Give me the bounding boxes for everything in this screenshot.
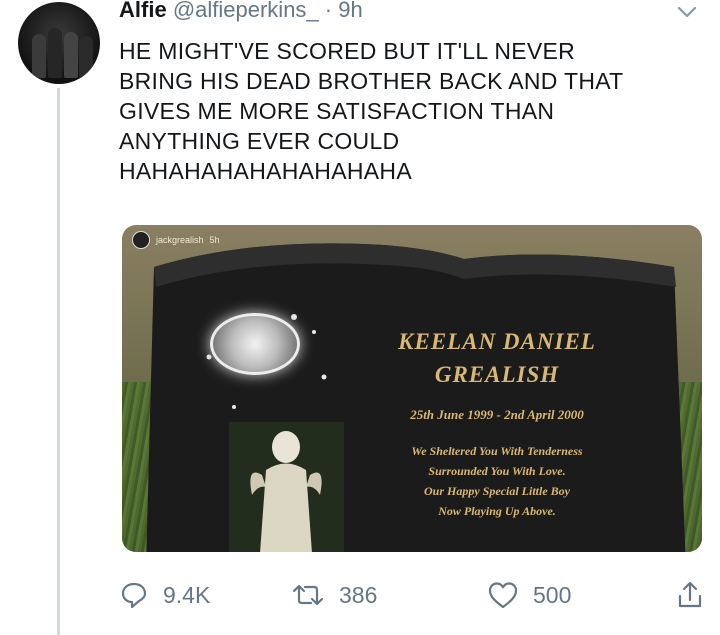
separator-dot: · bbox=[324, 0, 333, 22]
avatar-figure bbox=[64, 32, 78, 78]
verse-line: Surrounded You With Love. bbox=[428, 464, 566, 478]
instagram-story-header: jackgrealish 5h bbox=[132, 231, 220, 249]
retweet-count: 386 bbox=[339, 581, 378, 608]
avatar-figure bbox=[79, 36, 93, 78]
thread-line bbox=[57, 88, 60, 635]
verse-line: Now Playing Up Above. bbox=[438, 504, 556, 518]
author-handle[interactable]: @alfieperkins_ bbox=[173, 0, 319, 22]
author-name[interactable]: Alfie bbox=[119, 0, 167, 22]
headstone-inscription: KEELAN DANIEL GREALISH 25th June 1999 - … bbox=[332, 325, 662, 521]
tweet-media-image[interactable]: jackgrealish 5h KEELAN DANIEL GREALISH 2… bbox=[122, 225, 702, 552]
headstone-name-line-2: GREALISH bbox=[434, 362, 560, 387]
share-button[interactable] bbox=[677, 580, 703, 610]
like-count: 500 bbox=[533, 581, 572, 608]
reply-icon bbox=[121, 582, 147, 609]
story-avatar bbox=[132, 231, 150, 249]
story-username: jackgrealish bbox=[156, 235, 204, 245]
story-time: 5h bbox=[209, 235, 220, 245]
tweet-timestamp[interactable]: 9h bbox=[338, 0, 362, 22]
reply-count: 9.4K bbox=[163, 581, 211, 608]
verse-line: We Sheltered You With Tenderness bbox=[411, 444, 583, 458]
retweet-button[interactable]: 386 bbox=[291, 580, 377, 610]
avatar-figure bbox=[48, 28, 62, 78]
chevron-down-icon[interactable] bbox=[676, 4, 698, 20]
reply-button[interactable]: 9.4K bbox=[119, 580, 210, 610]
angel-statue bbox=[250, 431, 322, 552]
like-button[interactable]: 500 bbox=[487, 580, 571, 610]
memorial-photo bbox=[210, 313, 300, 375]
share-icon bbox=[678, 581, 702, 608]
heart-icon bbox=[488, 582, 518, 609]
tweet-text: HE MIGHT'VE SCORED BUT IT'LL NEVER BRING… bbox=[119, 38, 624, 184]
avatar-figure bbox=[32, 34, 46, 78]
tweet-header: Alfie @alfieperkins_ · 9h bbox=[119, 0, 363, 24]
headstone-name-line-1: KEELAN DANIEL bbox=[398, 329, 596, 354]
headstone-dates: 25th June 1999 - 2nd April 2000 bbox=[410, 407, 584, 422]
retweet-icon bbox=[292, 584, 324, 606]
verse-line: Our Happy Special Little Boy bbox=[424, 484, 570, 498]
headstone-verse: We Sheltered You With Tenderness Surroun… bbox=[332, 441, 662, 521]
tweet-actions: 9.4K 386 500 bbox=[119, 580, 709, 620]
avatar[interactable] bbox=[18, 2, 100, 84]
